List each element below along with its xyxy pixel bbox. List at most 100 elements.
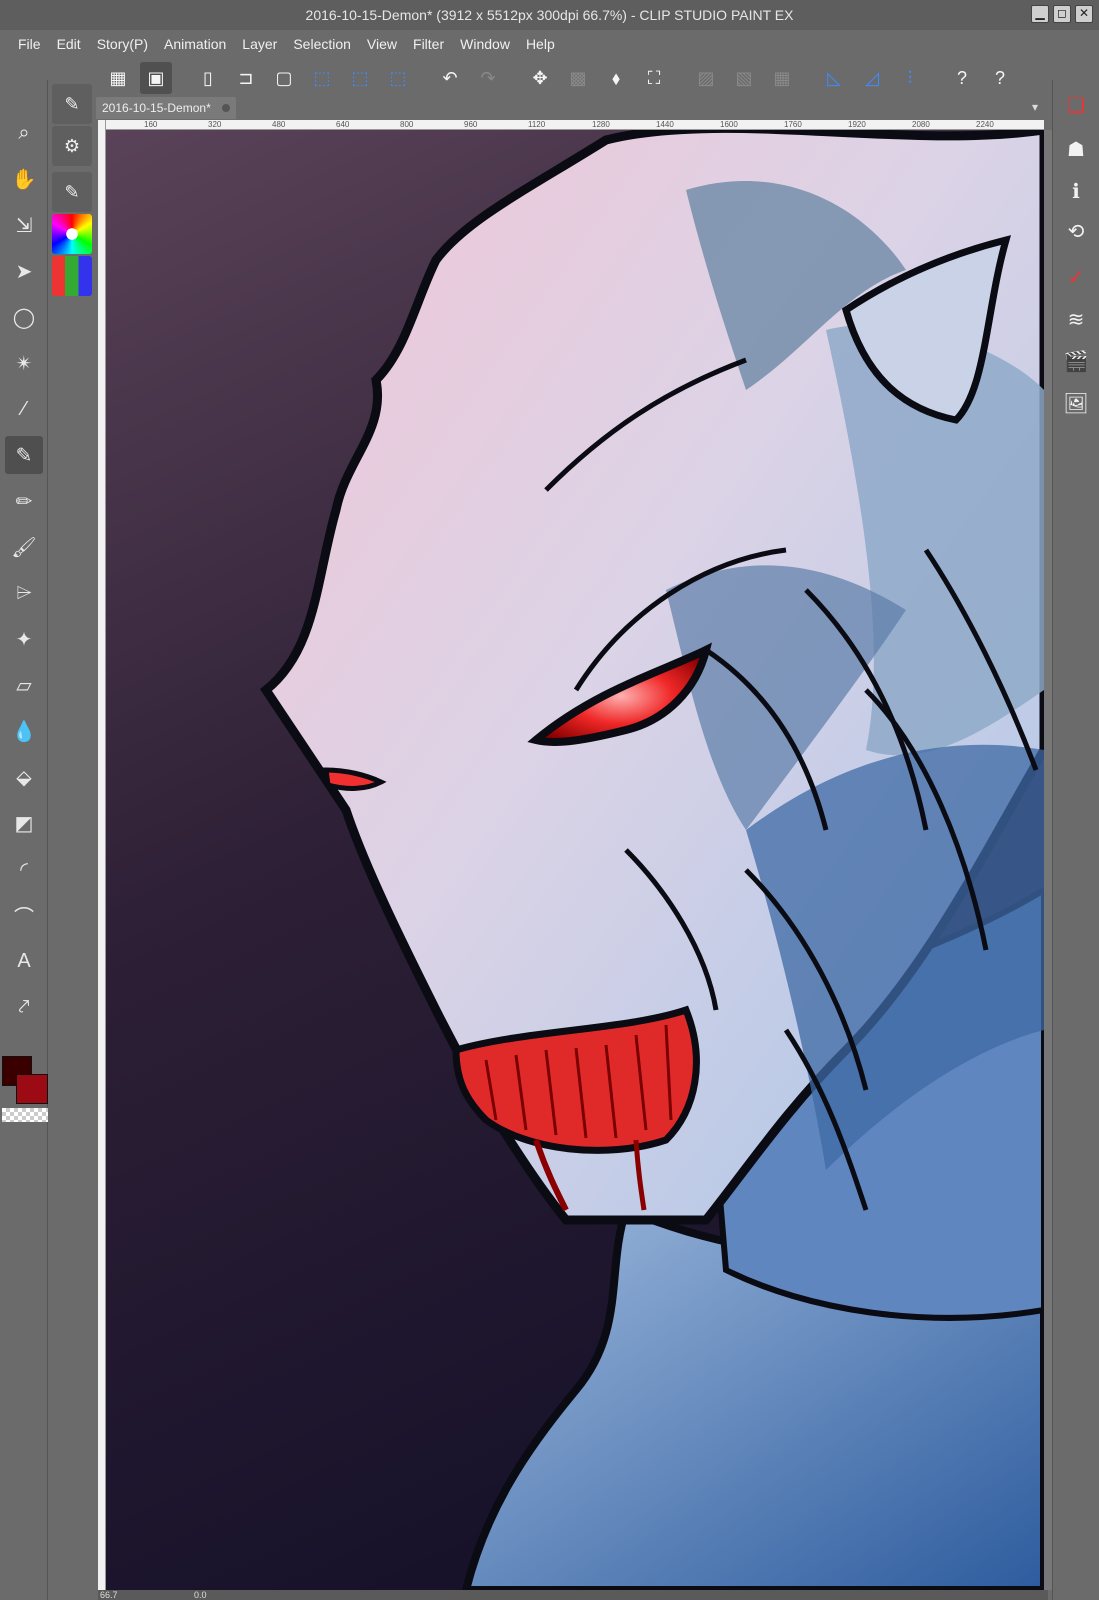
free-transform-icon[interactable]: ⛶ xyxy=(638,62,670,94)
menu-selection[interactable]: Selection xyxy=(285,30,359,58)
object-icon[interactable]: ➤ xyxy=(5,252,43,290)
ruler-tick: 1600 xyxy=(720,120,738,129)
ruler-tick: 1120 xyxy=(528,120,546,129)
animation-icon[interactable]: 🎬 xyxy=(1057,342,1095,380)
navigator-icon[interactable]: ▣ xyxy=(140,62,172,94)
select-arrow-3-icon[interactable]: ⬚ xyxy=(382,62,414,94)
sub-tool-pen-icon[interactable]: ✎ xyxy=(52,84,92,124)
tool-palette: ⌕ ✋ ⇲ ➤ ◯ ✴ ⁄ ✎ ✏ 🖌 ⌲ ✦ ▱ 💧 ⬙ ◩ ◜ ⌒ A ⤤ xyxy=(0,80,48,1600)
ruler-tick: 2080 xyxy=(912,120,930,129)
curve-icon[interactable]: ⌒ xyxy=(5,896,43,934)
material-icon[interactable]: ☗ xyxy=(1057,130,1095,168)
tool-property-icon[interactable]: ✎ xyxy=(52,172,92,212)
zoom-icon[interactable]: ⌕ xyxy=(5,114,43,152)
fill-tool-icon[interactable]: ⬙ xyxy=(5,758,43,796)
eraser-icon[interactable]: ▱ xyxy=(5,666,43,704)
info-icon[interactable]: ℹ xyxy=(1057,172,1095,210)
right-panel-icons: ❏ ☗ ℹ ⟲ ✓ ≋ 🎬 🖼 xyxy=(1052,80,1099,1600)
ruler-top: 160 320 480 640 800 960 1120 1280 1440 1… xyxy=(104,120,1044,130)
save-icon[interactable]: ▢ xyxy=(268,62,300,94)
maximize-button[interactable]: ◻ xyxy=(1053,5,1071,23)
sync-icon[interactable]: ⟲ xyxy=(1057,212,1095,250)
select-arrow-icon[interactable]: ⬚ xyxy=(306,62,338,94)
decoration-icon[interactable]: ✦ xyxy=(5,620,43,658)
ruler-icon[interactable]: ◺ xyxy=(818,62,850,94)
menu-story[interactable]: Story(P) xyxy=(89,30,156,58)
disabled-1-icon[interactable]: ▨ xyxy=(690,62,722,94)
image-icon[interactable]: 🖼 xyxy=(1057,384,1095,422)
sub-color-swatch[interactable] xyxy=(16,1074,48,1104)
zoom-readout[interactable]: 66.7 xyxy=(100,1590,118,1600)
new-file-icon[interactable]: ▯ xyxy=(192,62,224,94)
layer-color-icon[interactable]: ❏ xyxy=(1057,86,1095,124)
minimize-button[interactable]: ▁ xyxy=(1031,5,1049,23)
ruler-tick: 2240 xyxy=(976,120,994,129)
help-2-icon[interactable]: ? xyxy=(984,62,1016,94)
grid-icon[interactable]: ▦ xyxy=(102,62,134,94)
menu-view[interactable]: View xyxy=(359,30,405,58)
balloon-icon[interactable]: ⤤ xyxy=(5,988,43,1026)
menu-edit[interactable]: Edit xyxy=(49,30,89,58)
angle-readout[interactable]: 0.0 xyxy=(194,1590,207,1600)
transform-icon[interactable]: ✥ xyxy=(524,62,556,94)
blend-icon[interactable]: 💧 xyxy=(5,712,43,750)
disabled-3-icon[interactable]: ▦ xyxy=(766,62,798,94)
title-bar: 2016-10-15-Demon* (3912 x 5512px 300dpi … xyxy=(0,0,1099,30)
vertical-scrollbar[interactable] xyxy=(1044,130,1052,1590)
menu-file[interactable]: File xyxy=(10,30,49,58)
window-controls: ▁ ◻ ✕ xyxy=(1031,5,1093,23)
app-window: 2016-10-15-Demon* (3912 x 5512px 300dpi … xyxy=(0,0,1099,1600)
ruler-tick: 1760 xyxy=(784,120,802,129)
sub-tool-settings-icon[interactable]: ⚙ xyxy=(52,126,92,166)
tab-close-icon[interactable] xyxy=(222,104,230,112)
brush-icon[interactable]: 🖌 xyxy=(5,528,43,566)
close-button[interactable]: ✕ xyxy=(1075,5,1093,23)
color-set-icon[interactable] xyxy=(52,256,92,296)
command-bar: ▦ ▣ ▯ ⊐ ▢ ⬚ ⬚ ⬚ ↶ ↷ ✥ ▩ ⬧ ⛶ ▨ ▧ ▦ ◺ ◿ ⫶ … xyxy=(96,60,1046,96)
menu-animation[interactable]: Animation xyxy=(156,30,234,58)
undo-icon[interactable]: ↶ xyxy=(434,62,466,94)
drawing-canvas[interactable] xyxy=(106,130,1044,1590)
magic-wand-icon[interactable]: ✴ xyxy=(5,344,43,382)
transparent-color-swatch[interactable] xyxy=(2,1108,48,1122)
color-wheel-icon[interactable] xyxy=(52,214,92,254)
fill-icon[interactable]: ▩ xyxy=(562,62,594,94)
ruler-tick: 1920 xyxy=(848,120,866,129)
menu-help[interactable]: Help xyxy=(518,30,563,58)
ruler-tick: 160 xyxy=(144,120,158,129)
ruler-2-icon[interactable]: ◿ xyxy=(856,62,888,94)
snap-icon[interactable]: ⫶ xyxy=(894,62,926,94)
menu-layer[interactable]: Layer xyxy=(234,30,285,58)
document-tab-label: 2016-10-15-Demon* xyxy=(102,101,211,115)
hand-icon[interactable]: ✋ xyxy=(5,160,43,198)
tab-menu-icon[interactable]: ▾ xyxy=(1026,100,1044,114)
move-icon[interactable]: ⇲ xyxy=(5,206,43,244)
ruler-tick: 320 xyxy=(208,120,222,129)
airbrush-icon[interactable]: ⌲ xyxy=(5,574,43,612)
menu-window[interactable]: Window xyxy=(452,30,518,58)
ruler-tick: 640 xyxy=(336,120,350,129)
pencil-icon[interactable]: ✏ xyxy=(5,482,43,520)
ruler-tick: 960 xyxy=(464,120,478,129)
ruler-tick: 1280 xyxy=(592,120,610,129)
disabled-2-icon[interactable]: ▧ xyxy=(728,62,760,94)
eyedropper-icon[interactable]: ⁄ xyxy=(5,390,43,428)
lasso-icon[interactable]: ◯ xyxy=(5,298,43,336)
pen-icon[interactable]: ✎ xyxy=(5,436,43,474)
help-icon[interactable]: ? xyxy=(946,62,978,94)
menu-bar: File Edit Story(P) Animation Layer Selec… xyxy=(0,30,1099,58)
figure-icon[interactable]: ◜ xyxy=(5,850,43,888)
menu-filter[interactable]: Filter xyxy=(405,30,452,58)
gradient-icon[interactable]: ◩ xyxy=(5,804,43,842)
auto-action-icon[interactable]: ✓ xyxy=(1057,258,1095,296)
document-tab[interactable]: 2016-10-15-Demon* xyxy=(96,97,236,119)
text-icon[interactable]: A xyxy=(5,942,43,980)
ruler-tick: 800 xyxy=(400,120,414,129)
status-bar: 66.7 0.0 xyxy=(98,1590,1048,1600)
select-arrow-2-icon[interactable]: ⬚ xyxy=(344,62,376,94)
open-file-icon[interactable]: ⊐ xyxy=(230,62,262,94)
bucket-icon[interactable]: ⬧ xyxy=(600,62,632,94)
artwork-demon xyxy=(106,130,1044,1590)
layers-icon[interactable]: ≋ xyxy=(1057,300,1095,338)
redo-icon[interactable]: ↷ xyxy=(472,62,504,94)
